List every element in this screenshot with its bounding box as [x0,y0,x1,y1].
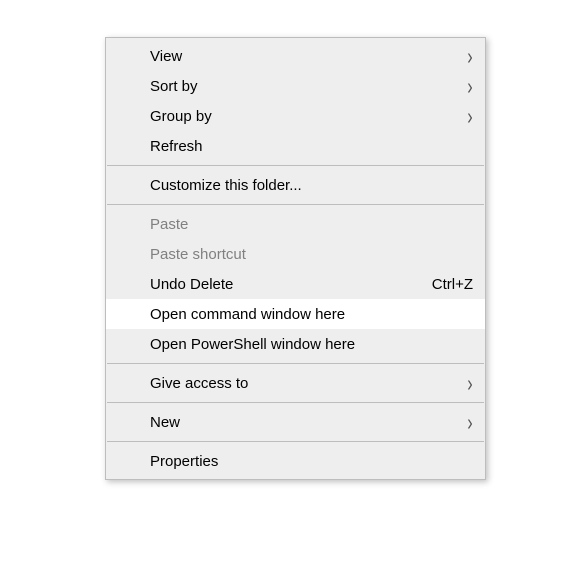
menu-item-open-powershell-window-here[interactable]: Open PowerShell window here [106,329,485,359]
menu-item-label: Customize this folder... [150,177,473,194]
menu-item-label: Group by [150,108,467,125]
menu-item-paste-shortcut: Paste shortcut [106,239,485,269]
chevron-right-icon: › [467,371,472,394]
menu-item-customize-this-folder[interactable]: Customize this folder... [106,170,485,200]
menu-item-properties[interactable]: Properties [106,446,485,476]
menu-item-label: Refresh [150,138,473,155]
menu-separator [107,204,484,205]
menu-item-view[interactable]: View› [106,41,485,71]
menu-item-label: Open PowerShell window here [150,336,473,353]
menu-item-open-command-window-here[interactable]: Open command window here [106,299,485,329]
chevron-right-icon: › [467,44,472,67]
menu-item-label: Paste [150,216,473,233]
menu-item-group-by[interactable]: Group by› [106,101,485,131]
menu-item-give-access-to[interactable]: Give access to› [106,368,485,398]
menu-separator [107,402,484,403]
menu-item-new[interactable]: New› [106,407,485,437]
menu-item-label: Open command window here [150,306,473,323]
context-menu: View›Sort by›Group by›RefreshCustomize t… [105,37,486,480]
menu-item-shortcut: Ctrl+Z [432,276,473,293]
menu-item-label: View [150,48,467,65]
menu-separator [107,441,484,442]
menu-separator [107,363,484,364]
menu-item-label: Sort by [150,78,467,95]
menu-item-refresh[interactable]: Refresh [106,131,485,161]
chevron-right-icon: › [467,104,472,127]
menu-item-sort-by[interactable]: Sort by› [106,71,485,101]
menu-item-label: Paste shortcut [150,246,473,263]
menu-item-undo-delete[interactable]: Undo Delete Ctrl+Z [106,269,485,299]
chevron-right-icon: › [467,410,472,433]
menu-item-paste: Paste [106,209,485,239]
menu-item-label: Properties [150,453,473,470]
menu-separator [107,165,484,166]
menu-item-label: Undo Delete [150,276,412,293]
chevron-right-icon: › [467,74,472,97]
menu-item-label: New [150,414,467,431]
menu-item-label: Give access to [150,375,467,392]
